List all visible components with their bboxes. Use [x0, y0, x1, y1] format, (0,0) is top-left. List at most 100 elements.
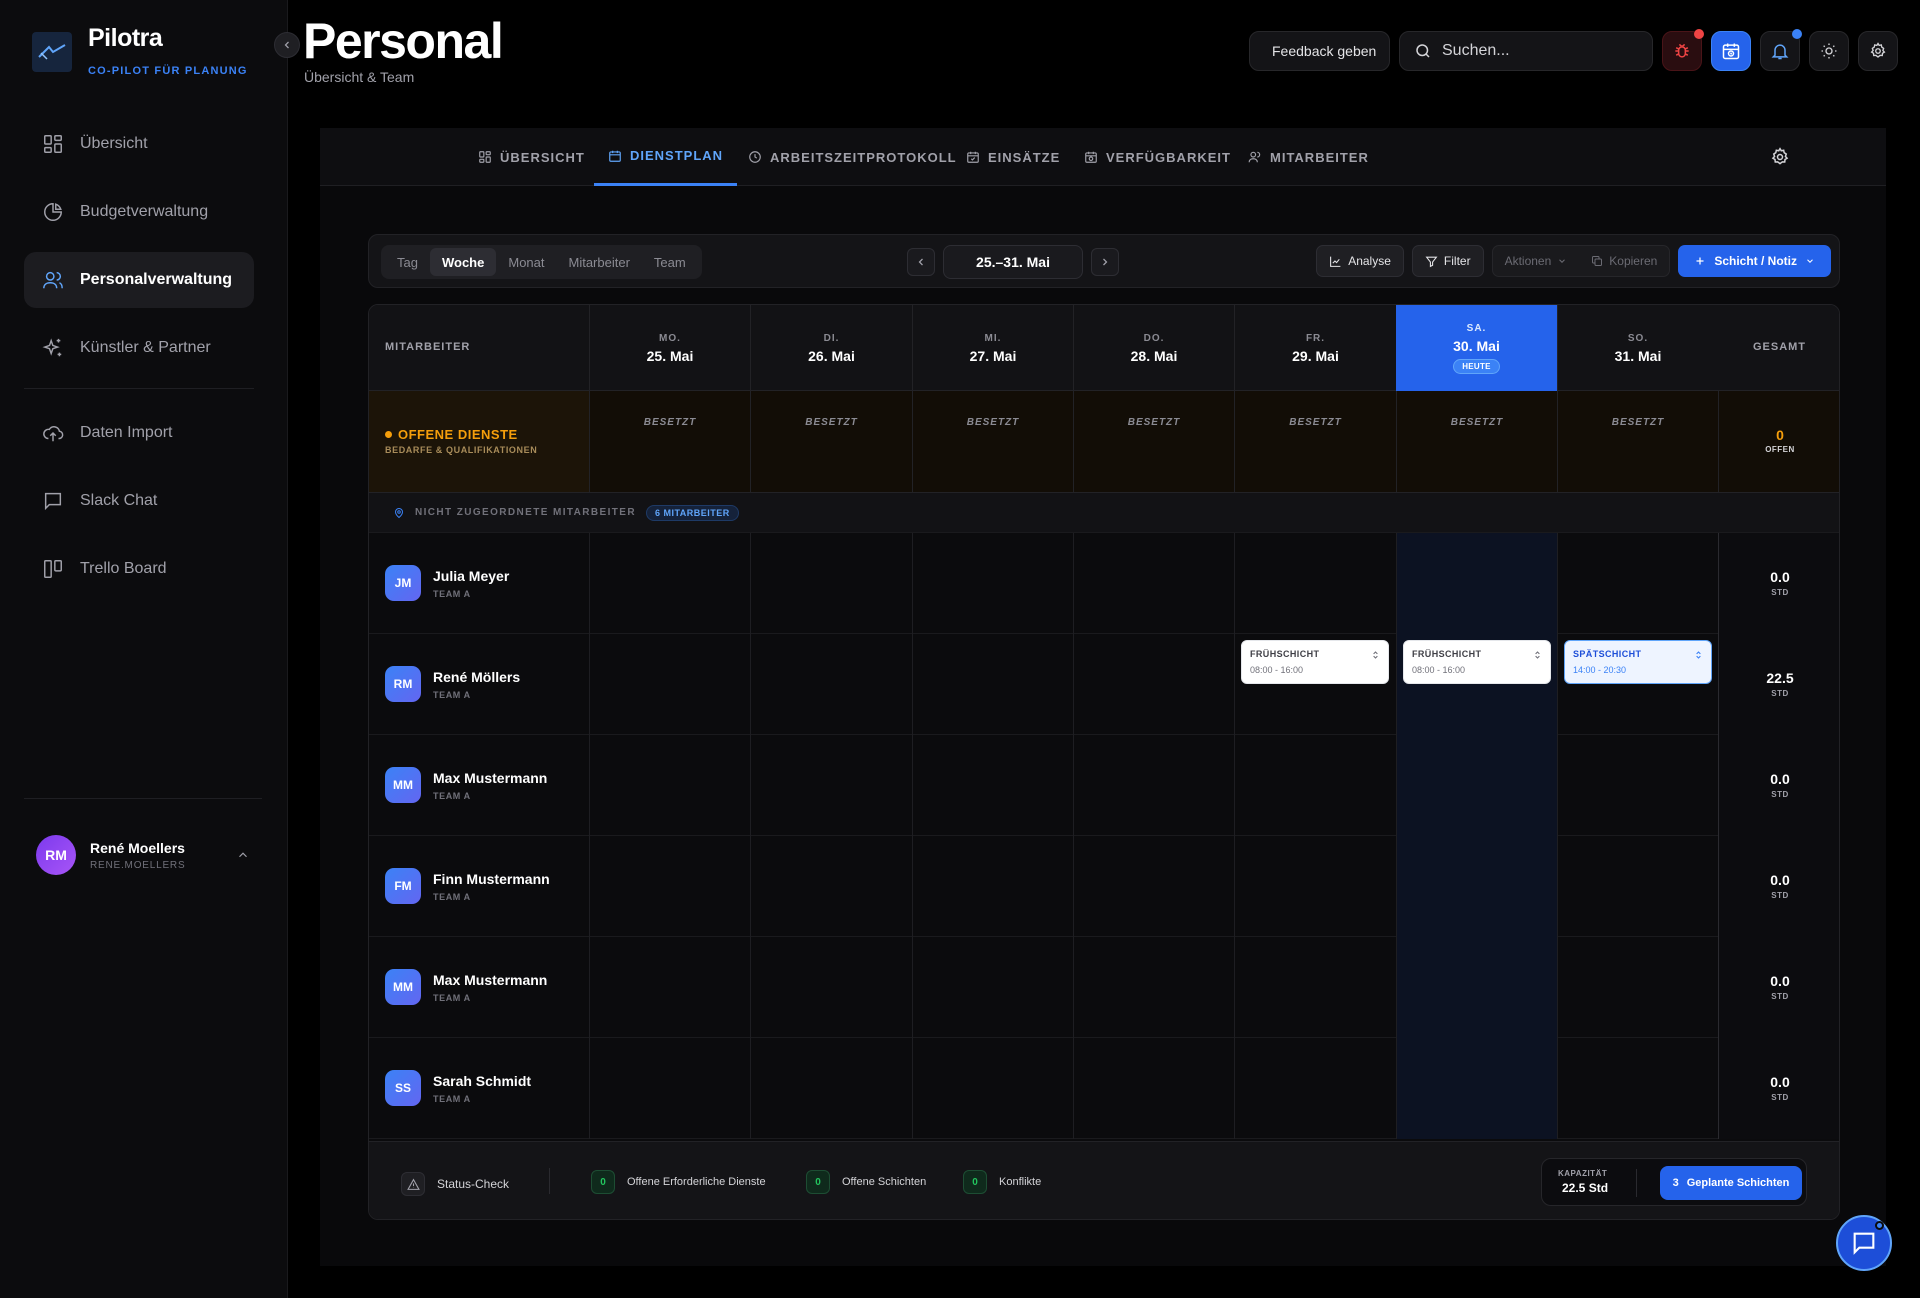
schedule-cell[interactable]	[750, 634, 912, 735]
employee-info[interactable]: SS Sarah Schmidt TEAM A	[385, 1070, 531, 1106]
chevron-up-down-icon[interactable]	[1694, 650, 1703, 660]
shift-card[interactable]: FRÜHSCHICHT 08:00 - 16:00	[1403, 640, 1551, 684]
schedule-cell[interactable]	[589, 634, 750, 735]
schedule-cell[interactable]	[912, 1038, 1073, 1139]
theme-toggle-button[interactable]	[1809, 31, 1849, 71]
schedule-cell[interactable]	[1396, 533, 1557, 634]
schedule-cell[interactable]	[750, 937, 912, 1038]
employee-info[interactable]: JM Julia Meyer TEAM A	[385, 565, 509, 601]
chevron-up-down-icon[interactable]	[1533, 650, 1542, 660]
day-header-6[interactable]: SA. 30. Mai HEUTE	[1396, 305, 1557, 391]
view-monat[interactable]: Monat	[496, 248, 556, 276]
open-service-cell[interactable]: BESETZT	[589, 391, 750, 492]
schedule-cell[interactable]	[589, 937, 750, 1038]
schedule-cell[interactable]	[589, 533, 750, 634]
sidebar-item-daten-import[interactable]: Daten Import	[24, 405, 254, 461]
schedule-cell[interactable]	[1557, 937, 1718, 1038]
view-team[interactable]: Team	[642, 248, 698, 276]
schedule-cell[interactable]	[1234, 735, 1396, 836]
view-tag[interactable]: Tag	[385, 248, 430, 276]
status-check[interactable]: Status-Check	[401, 1172, 509, 1196]
copy-button[interactable]: Kopieren	[1579, 245, 1669, 277]
chat-fab-button[interactable]	[1836, 1215, 1892, 1271]
schedule-cell[interactable]	[1557, 533, 1718, 634]
notifications-button[interactable]	[1760, 29, 1802, 71]
schedule-cell[interactable]	[912, 836, 1073, 937]
tab-mitarbeiter[interactable]: MITARBEITER	[1248, 128, 1369, 186]
open-service-cell[interactable]: BESETZT	[1234, 391, 1396, 492]
schedule-cell[interactable]	[912, 533, 1073, 634]
schedule-cell[interactable]	[589, 1038, 750, 1139]
open-service-cell[interactable]: BESETZT	[1073, 391, 1234, 492]
shift-card[interactable]: FRÜHSCHICHT 08:00 - 16:00	[1241, 640, 1389, 684]
employee-info[interactable]: FM Finn Mustermann TEAM A	[385, 868, 550, 904]
view-mitarbeiter[interactable]: Mitarbeiter	[557, 248, 642, 276]
day-header-4[interactable]: DO. 28. Mai	[1073, 305, 1234, 391]
schedule-cell[interactable]	[912, 634, 1073, 735]
schedule-cell[interactable]	[750, 533, 912, 634]
view-woche[interactable]: Woche	[429, 248, 497, 276]
analyse-button[interactable]: Analyse	[1316, 245, 1404, 277]
settings-button[interactable]	[1858, 31, 1898, 71]
schedule-cell[interactable]	[1073, 836, 1234, 937]
sidebar-item-slack-chat[interactable]: Slack Chat	[24, 473, 254, 529]
tab-arbeitszeitprotokoll[interactable]: ARBEITSZEITPROTOKOLL	[748, 128, 957, 186]
day-header-1[interactable]: MO. 25. Mai	[589, 305, 750, 391]
tab-verfuegbarkeit[interactable]: VERFÜGBARKEIT	[1084, 128, 1231, 186]
tab-uebersicht[interactable]: ÜBERSICHT	[478, 128, 585, 186]
gear-icon[interactable]	[1770, 147, 1790, 167]
actions-dropdown[interactable]: Aktionen	[1493, 245, 1580, 277]
prev-week-button[interactable]	[907, 248, 935, 276]
employee-info[interactable]: MM Max Mustermann TEAM A	[385, 969, 547, 1005]
date-range[interactable]: 25.–31. Mai	[943, 245, 1083, 279]
schedule-cell[interactable]	[1234, 1038, 1396, 1139]
unassigned-group-header[interactable]: NICHT ZUGEORDNETE MITARBEITER 6 MITARBEI…	[369, 493, 1839, 533]
brand[interactable]: Pilotra CO-PILOT FÜR PLANUNG	[32, 24, 248, 77]
open-service-cell[interactable]: BESETZT	[1557, 391, 1718, 492]
day-header-3[interactable]: MI. 27. Mai	[912, 305, 1073, 391]
add-shift-button[interactable]: Schicht / Notiz	[1678, 245, 1831, 277]
tab-dienstplan[interactable]: DIENSTPLAN	[594, 128, 738, 186]
sidebar-collapse-button[interactable]	[274, 32, 300, 58]
employee-info[interactable]: MM Max Mustermann TEAM A	[385, 767, 547, 803]
search-box[interactable]	[1399, 31, 1653, 71]
schedule-cell[interactable]	[1396, 937, 1557, 1038]
schedule-cell[interactable]	[1073, 937, 1234, 1038]
sidebar-item-uebersicht[interactable]: Übersicht	[24, 116, 254, 172]
schedule-cell[interactable]	[750, 735, 912, 836]
day-header-2[interactable]: DI. 26. Mai	[750, 305, 912, 391]
sidebar-item-kuenstler-partner[interactable]: Künstler & Partner	[24, 320, 254, 376]
open-service-cell[interactable]: BESETZT	[750, 391, 912, 492]
schedule-cell[interactable]	[1396, 1038, 1557, 1139]
next-week-button[interactable]	[1091, 248, 1119, 276]
open-service-cell[interactable]: BESETZT	[1396, 391, 1557, 492]
sidebar-item-personalverwaltung[interactable]: Personalverwaltung	[24, 252, 254, 308]
shift-card[interactable]: SPÄTSCHICHT 14:00 - 20:30	[1564, 640, 1712, 684]
schedule-cell[interactable]	[912, 937, 1073, 1038]
schedule-cell[interactable]	[1557, 735, 1718, 836]
feedback-button[interactable]: Feedback geben	[1249, 31, 1390, 71]
sidebar-item-trello-board[interactable]: Trello Board	[24, 541, 254, 597]
day-header-5[interactable]: FR. 29. Mai	[1234, 305, 1396, 391]
schedule-cell[interactable]	[750, 1038, 912, 1139]
open-service-cell[interactable]: BESETZT	[912, 391, 1073, 492]
bug-report-button[interactable]	[1662, 29, 1704, 71]
sidebar-item-budgetverwaltung[interactable]: Budgetverwaltung	[24, 184, 254, 240]
schedule-cell[interactable]	[912, 735, 1073, 836]
schedule-button[interactable]	[1711, 31, 1751, 71]
chevron-up-icon[interactable]	[236, 848, 250, 862]
schedule-cell[interactable]	[589, 735, 750, 836]
schedule-cell[interactable]	[1073, 1038, 1234, 1139]
schedule-cell[interactable]	[1073, 533, 1234, 634]
search-input[interactable]	[1442, 42, 1622, 60]
schedule-cell[interactable]	[1557, 836, 1718, 937]
planned-shifts-button[interactable]: 3 Geplante Schichten	[1660, 1166, 1802, 1200]
schedule-cell[interactable]	[1234, 533, 1396, 634]
schedule-cell[interactable]	[1234, 836, 1396, 937]
schedule-cell[interactable]	[589, 836, 750, 937]
schedule-cell[interactable]	[1073, 634, 1234, 735]
chevron-up-down-icon[interactable]	[1371, 650, 1380, 660]
schedule-cell[interactable]	[1396, 836, 1557, 937]
schedule-cell[interactable]	[1073, 735, 1234, 836]
filter-button[interactable]: Filter	[1411, 245, 1484, 277]
